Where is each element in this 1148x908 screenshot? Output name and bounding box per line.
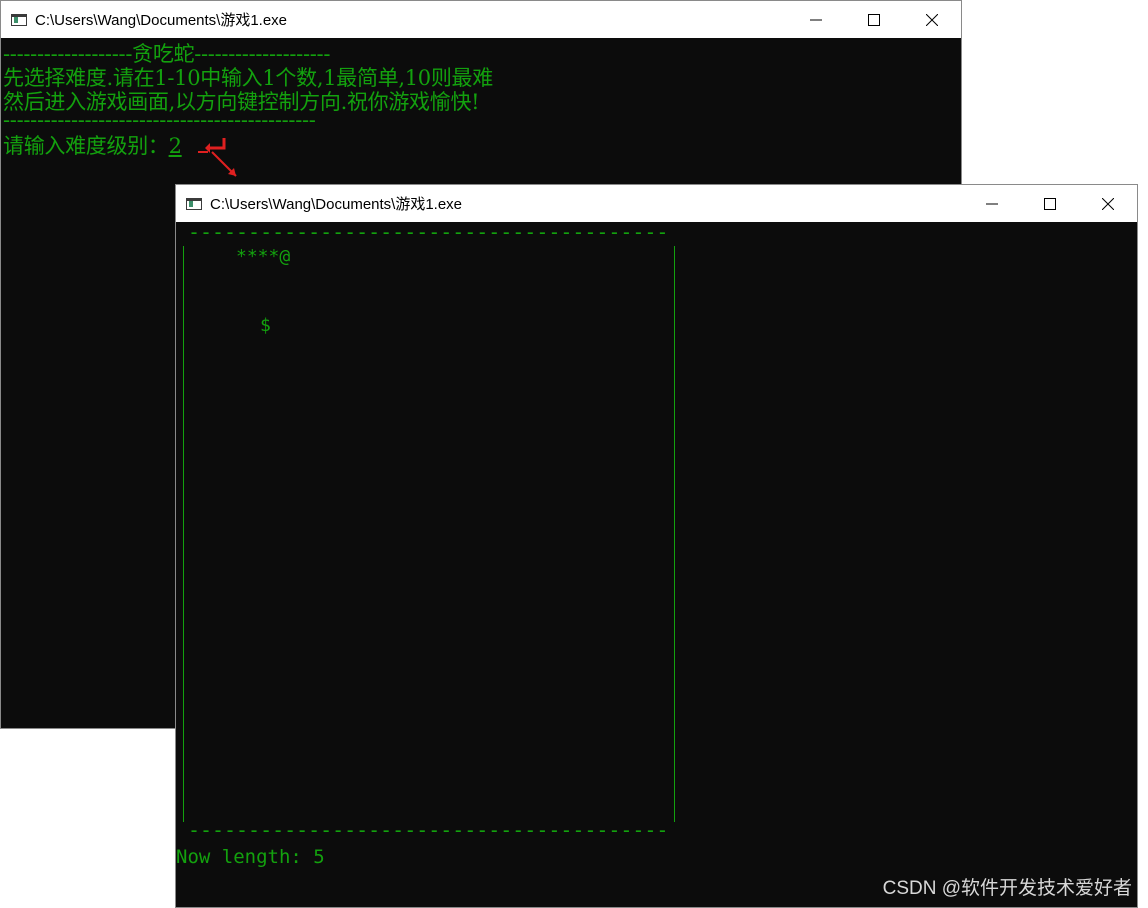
snake-length-status: Now length: 5 [176,846,325,868]
minimize-button[interactable] [963,185,1021,222]
minimize-icon [986,203,998,204]
maximize-button[interactable] [845,1,903,38]
board-right-wall [674,246,675,822]
enter-key-annotation-icon [198,138,237,177]
console-app-icon [186,197,202,210]
window-title: C:\Users\Wang\Documents\游戏1.exe [35,12,288,29]
console-window-game: C:\Users\Wang\Documents\游戏1.exe --------… [175,184,1138,908]
watermark: CSDN @软件开发技术爱好者 [882,878,1132,899]
close-button[interactable] [1079,185,1137,222]
console-app-icon [11,13,27,26]
window-title: C:\Users\Wang\Documents\游戏1.exe [210,196,463,213]
snake: ****@ [236,246,291,267]
difficulty-prompt: 请输入难度级别： [3,134,169,158]
difficulty-prompt-line: 请输入难度级别：2 [3,130,182,160]
maximize-button[interactable] [1021,185,1079,222]
difficulty-input[interactable]: 2 [169,134,182,158]
title-bar[interactable]: C:\Users\Wang\Documents\游戏1.exe [1,1,961,38]
minimize-icon [810,19,822,20]
close-icon [926,13,938,26]
minimize-button[interactable] [787,1,845,38]
maximize-icon [868,13,880,26]
food: $ [260,315,271,336]
close-icon [1102,197,1114,210]
board-bottom-border: ---------------------------------------- [188,818,669,842]
title-bar[interactable]: C:\Users\Wang\Documents\游戏1.exe [176,185,1137,222]
maximize-icon [1044,197,1056,210]
game-board: ----------------------------------------… [176,220,1137,907]
board-left-wall [183,246,184,822]
board-top-border: ---------------------------------------- [188,220,669,244]
close-button[interactable] [903,1,961,38]
header-rule-bottom: ----------------------------------------… [3,108,316,132]
